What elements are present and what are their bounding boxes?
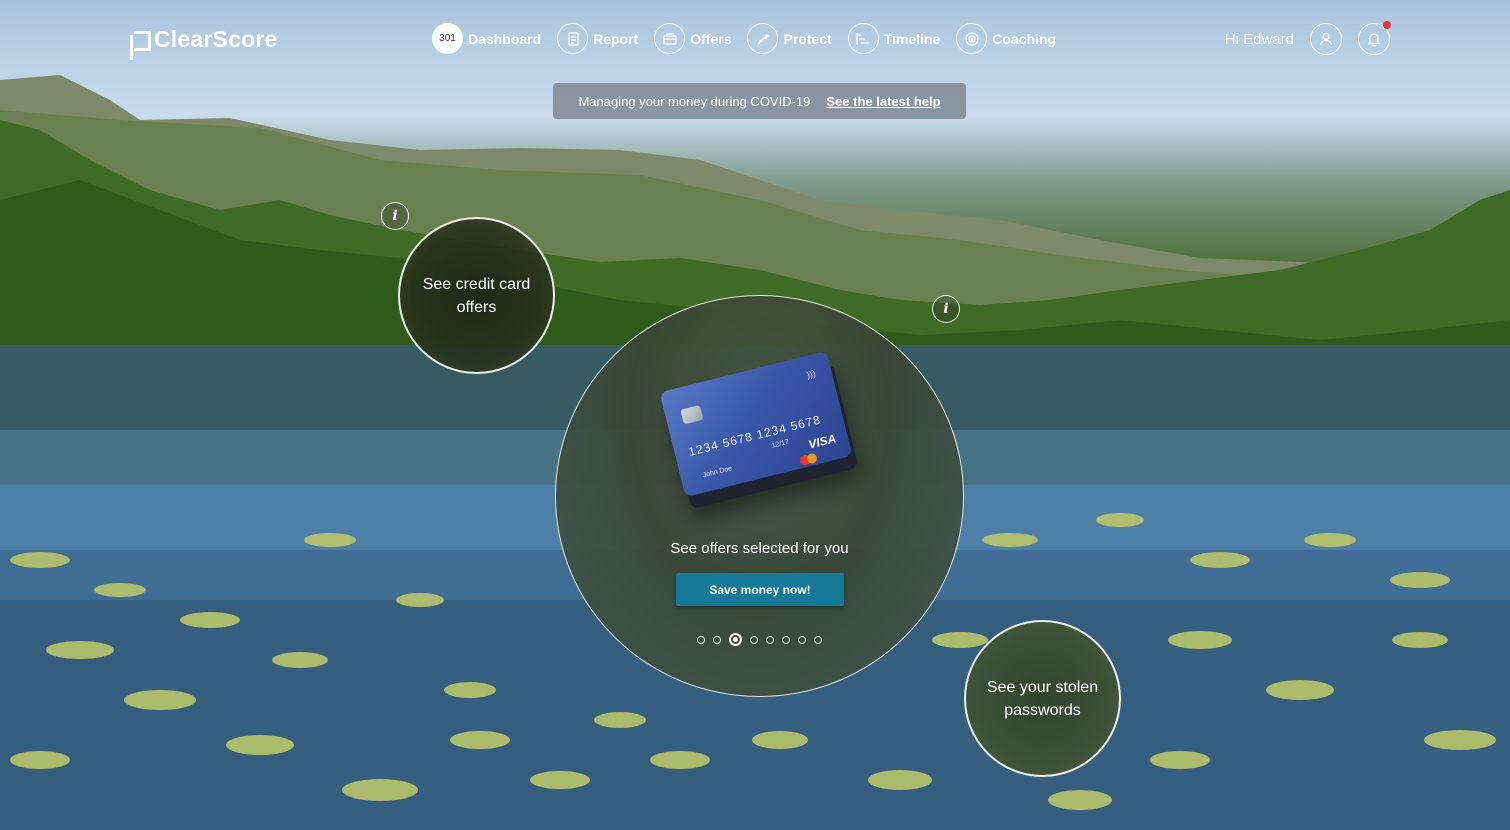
nav-dashboard[interactable]: 301 Dashboard [432,23,541,54]
nav-coaching[interactable]: Coaching [956,23,1056,54]
stolen-passwords-bubble[interactable]: See your stolen passwords [964,620,1121,777]
credit-card-info-icon[interactable]: i [381,202,409,230]
user-icon [1319,32,1333,46]
nav-timeline-label: Timeline [883,30,941,47]
carousel-dot[interactable] [750,635,758,644]
user-area: Hi Edward [1224,21,1391,55]
clearscore-logo-icon [130,30,151,51]
carousel-dot[interactable] [697,635,705,644]
offers-icon [654,23,686,54]
brand-name: ClearScore [154,26,278,52]
covid-banner: Managing your money during COVID-19 See … [553,83,966,119]
save-money-button[interactable]: Save money now! [676,573,844,606]
credit-card-offers-text: See credit card offers [422,275,531,316]
nav-report[interactable]: Report [557,23,638,54]
profile-button[interactable] [1310,23,1342,55]
carousel-dot[interactable] [798,635,806,644]
carousel-dot[interactable] [814,635,822,644]
offers-text: See offers selected for you [670,540,849,557]
top-navigation-bar: ClearScore 301 Dashboard Report Offers P… [0,0,1510,78]
stolen-passwords-text: See your stolen passwords [986,678,1099,719]
notification-dot [1383,21,1391,29]
nav-report-label: Report [593,30,639,47]
carousel-dots [556,633,963,646]
bell-icon [1367,33,1381,47]
coaching-icon [956,23,988,54]
contactless-icon: ))) [805,368,817,381]
carousel-dot[interactable] [782,635,790,644]
card-chip [680,405,704,425]
main-nav: 301 Dashboard Report Offers Protect Time… [432,23,1056,54]
score-badge: 301 [432,23,463,54]
carousel-dot[interactable] [729,633,742,646]
clearscore-logo[interactable]: ClearScore [130,26,277,53]
card-expiry: 12/17 [771,438,790,450]
banner-help-link[interactable]: See the latest help [826,94,940,109]
notifications-button[interactable] [1358,21,1391,55]
main-offer-info-icon[interactable]: i [932,295,960,323]
offers-main-bubble: ))) 1234 5678 1234 5678 12/17 John Doe V… [555,295,964,697]
nav-timeline[interactable]: Timeline [847,23,941,54]
card-brand: VISA [806,431,838,452]
nav-protect[interactable]: Protect [747,23,832,54]
nav-coaching-label: Coaching [992,30,1057,47]
nav-protect-label: Protect [783,30,832,47]
card-holder: John Doe [702,465,733,480]
nav-offers[interactable]: Offers [654,23,731,54]
nav-dashboard-label: Dashboard [468,30,542,47]
carousel-dot[interactable] [713,635,721,644]
banner-text: Managing your money during COVID-19 [578,93,811,109]
carousel-dot[interactable] [766,635,774,644]
timeline-icon [847,23,879,54]
nav-offers-label: Offers [690,30,732,47]
report-icon [557,23,589,54]
card-number: 1234 5678 1234 5678 [687,412,823,459]
mastercard-icon [799,452,819,467]
credit-card-image: ))) 1234 5678 1234 5678 12/17 John Doe V… [659,350,859,510]
credit-card-offers-bubble[interactable]: See credit card offers [398,217,555,374]
protect-icon [747,23,779,54]
user-greeting: Hi Edward [1224,30,1294,48]
